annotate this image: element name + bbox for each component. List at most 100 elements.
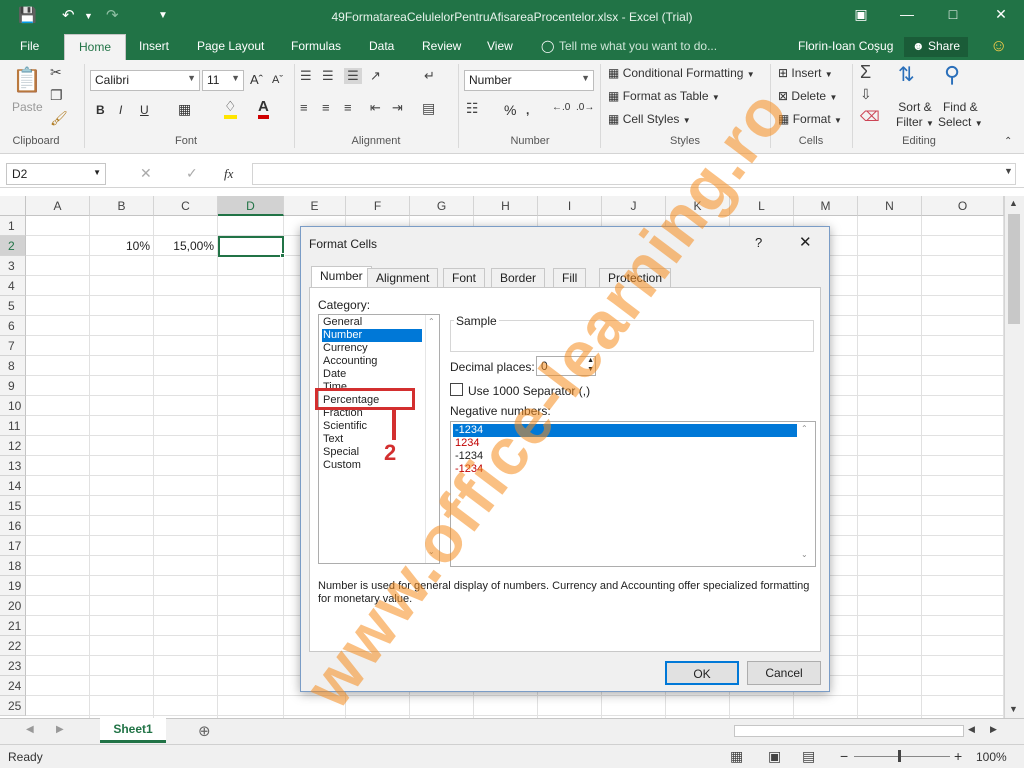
cancel-entry-icon[interactable]: ✕: [140, 165, 152, 182]
decrease-decimal-icon[interactable]: .0→: [576, 102, 594, 113]
category-number[interactable]: Number: [322, 329, 422, 342]
column-header-i[interactable]: I: [538, 196, 602, 216]
category-list[interactable]: General Number Currency Accounting Date …: [318, 314, 440, 564]
align-left-icon[interactable]: ≡: [300, 100, 308, 115]
category-text[interactable]: Text: [322, 433, 422, 446]
scroll-left-icon[interactable]: ◀: [968, 724, 975, 735]
search-icon[interactable]: ⚲: [944, 62, 960, 88]
row-header-7[interactable]: 7: [0, 336, 26, 356]
conditional-formatting-button[interactable]: ▦ Conditional Formatting ▼: [608, 66, 755, 80]
row-header-15[interactable]: 15: [0, 496, 26, 516]
scroll-down-icon[interactable]: ▼: [1009, 704, 1018, 714]
ok-button[interactable]: OK: [665, 661, 739, 685]
category-date[interactable]: Date: [322, 368, 422, 381]
column-header-o[interactable]: O: [922, 196, 1004, 216]
category-special[interactable]: Special: [322, 446, 422, 459]
cut-icon[interactable]: ✂: [50, 64, 62, 81]
italic-button[interactable]: I: [119, 103, 122, 117]
row-header-8[interactable]: 8: [0, 356, 26, 376]
column-header-k[interactable]: K: [666, 196, 730, 216]
row-header-22[interactable]: 22: [0, 636, 26, 656]
negative-option-1[interactable]: -1234: [453, 424, 797, 437]
category-scientific[interactable]: Scientific: [322, 420, 422, 433]
close-icon[interactable]: ✕: [986, 6, 1016, 23]
row-header-1[interactable]: 1: [0, 216, 26, 236]
delete-cells-button[interactable]: ⊠ Delete ▼: [778, 89, 837, 103]
wrap-text-icon[interactable]: ↵: [424, 68, 435, 84]
insert-function-button[interactable]: fx: [224, 166, 233, 182]
row-header-5[interactable]: 5: [0, 296, 26, 316]
cell-c2[interactable]: 15,00%: [154, 236, 218, 256]
share-button[interactable]: ☻ Share: [904, 37, 969, 57]
dialog-tab-fill[interactable]: Fill: [553, 268, 587, 287]
zoom-in-icon[interactable]: +: [954, 748, 962, 764]
column-header-d[interactable]: D: [218, 196, 284, 216]
negative-option-3[interactable]: -1234: [453, 450, 797, 463]
category-accounting[interactable]: Accounting: [322, 355, 422, 368]
active-cell-d2[interactable]: [218, 236, 284, 257]
underline-button[interactable]: U: [140, 103, 149, 117]
accounting-format-icon[interactable]: ☷: [466, 100, 479, 117]
zoom-level[interactable]: 100%: [976, 750, 1007, 764]
row-header-18[interactable]: 18: [0, 556, 26, 576]
row-header-20[interactable]: 20: [0, 596, 26, 616]
decrease-indent-icon[interactable]: ⇤: [370, 100, 381, 116]
prev-sheet-icon[interactable]: ◀: [26, 724, 34, 735]
close-icon[interactable]: ✕: [799, 233, 812, 251]
column-header-c[interactable]: C: [154, 196, 218, 216]
find-select-button[interactable]: Find & Select ▼: [938, 100, 983, 131]
normal-view-icon[interactable]: ▦: [730, 748, 743, 765]
minimize-icon[interactable]: —: [892, 6, 922, 22]
sort-filter-icon[interactable]: ⇅: [898, 62, 915, 87]
scroll-down-icon[interactable]: ⌄: [801, 550, 808, 559]
category-custom[interactable]: Custom: [322, 459, 422, 472]
align-right-icon[interactable]: ≡: [344, 100, 352, 115]
align-top-icon[interactable]: ☰: [300, 68, 312, 84]
decimal-places-spinner[interactable]: 0 ▲ ▼: [536, 356, 596, 376]
tab-file[interactable]: File: [20, 39, 39, 53]
orientation-icon[interactable]: ↗: [370, 68, 381, 84]
row-header-16[interactable]: 16: [0, 516, 26, 536]
format-cells-button[interactable]: ▦ Format ▼: [778, 112, 842, 126]
dialog-tab-number[interactable]: Number: [311, 266, 372, 288]
maximize-icon[interactable]: □: [938, 6, 968, 22]
horizontal-scrollbar[interactable]: [734, 725, 964, 737]
category-currency[interactable]: Currency: [322, 342, 422, 355]
merge-center-icon[interactable]: ▤: [422, 100, 435, 117]
row-header-21[interactable]: 21: [0, 616, 26, 636]
row-header-24[interactable]: 24: [0, 676, 26, 696]
select-all-corner[interactable]: [0, 196, 26, 216]
format-painter-icon[interactable]: 🖌: [50, 110, 68, 127]
paste-button[interactable]: Paste: [12, 100, 43, 114]
category-general[interactable]: General: [322, 316, 422, 329]
spinner-down-icon[interactable]: ▼: [587, 366, 594, 374]
fill-handle[interactable]: [280, 253, 285, 258]
font-size-combo[interactable]: 11 ▼: [202, 70, 244, 91]
tab-page-layout[interactable]: Page Layout: [197, 39, 264, 53]
tab-data[interactable]: Data: [369, 39, 394, 53]
fill-color-icon[interactable]: ♢: [224, 98, 237, 119]
user-name[interactable]: Florin-Ioan Coşug: [798, 39, 893, 53]
column-header-e[interactable]: E: [284, 196, 346, 216]
tab-formulas[interactable]: Formulas: [291, 39, 341, 53]
column-header-n[interactable]: N: [858, 196, 922, 216]
dialog-tab-font[interactable]: Font: [443, 268, 486, 287]
scroll-up-icon[interactable]: ⌃: [801, 424, 808, 433]
separator-checkbox[interactable]: [450, 383, 463, 396]
collapse-ribbon-icon[interactable]: ⌃: [1004, 136, 1012, 147]
confirm-entry-icon[interactable]: ✓: [186, 165, 198, 182]
tab-home[interactable]: Home: [64, 34, 127, 60]
tab-view[interactable]: View: [487, 39, 513, 53]
row-header-2[interactable]: 2: [0, 236, 26, 256]
align-center-icon[interactable]: ≡: [322, 100, 330, 115]
tab-insert[interactable]: Insert: [139, 39, 169, 53]
shrink-font-icon[interactable]: Aˇ: [272, 74, 283, 86]
column-header-l[interactable]: L: [730, 196, 794, 216]
align-middle-icon[interactable]: ☰: [322, 68, 334, 84]
next-sheet-icon[interactable]: ▶: [56, 724, 64, 735]
zoom-out-icon[interactable]: −: [840, 748, 848, 764]
comma-style-icon[interactable]: ,: [526, 103, 529, 117]
negative-numbers-list[interactable]: -1234 1234 -1234 -1234 ⌃ ⌄: [450, 421, 816, 567]
cancel-button[interactable]: Cancel: [747, 661, 821, 685]
name-box[interactable]: D2 ▼: [6, 163, 106, 185]
